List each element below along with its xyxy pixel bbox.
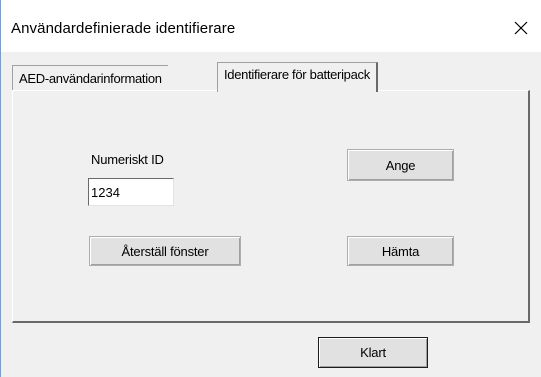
tab-label: AED-användarinformation: [19, 71, 162, 86]
tab-battery-pack-identifiers[interactable]: Identifierare för batteripack: [217, 62, 378, 92]
reset-window-button[interactable]: Återställ fönster: [89, 236, 241, 266]
set-button[interactable]: Ange: [347, 149, 454, 181]
close-button[interactable]: [501, 8, 541, 48]
numeric-id-input[interactable]: [88, 178, 174, 206]
window-title: Användardefinierade identifierare: [11, 20, 236, 37]
tab-label: Identifierare för batteripack: [224, 67, 370, 82]
tab-aed-user-info[interactable]: AED-användarinformation: [12, 65, 168, 90]
fetch-button[interactable]: Hämta: [347, 236, 454, 266]
numeric-id-label: Numeriskt ID: [91, 152, 164, 167]
dialog-window: Användardefinierade identifierare AED-an…: [0, 0, 541, 377]
tab-panel: [12, 90, 530, 323]
title-bar: Användardefinierade identifierare: [1, 0, 541, 52]
close-icon: [514, 21, 528, 35]
done-button[interactable]: Klart: [318, 337, 428, 368]
